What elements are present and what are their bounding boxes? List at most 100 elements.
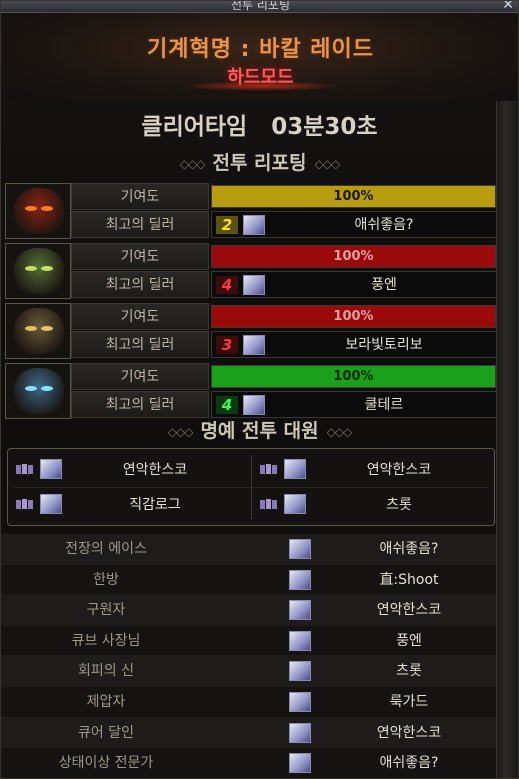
honor-member[interactable]: 직감로그 [8, 489, 248, 521]
window-title: 전투 리포팅 [230, 0, 290, 12]
side-frame [496, 101, 518, 778]
avatar [243, 215, 265, 235]
eye-glow [25, 266, 37, 271]
contribution-row: 기여도 100% [71, 183, 497, 210]
dealer-name: 풍엔 [371, 277, 397, 293]
boss-portrait-icon [5, 183, 71, 239]
mask-shape [14, 188, 64, 234]
honor-row-divider [14, 487, 488, 488]
party-block: 기여도 100% 최고의 딜러 4 풍엔 [3, 243, 497, 299]
contribution-bar: 100% [211, 185, 496, 208]
award-row: 제압자 룩가드 [1, 686, 497, 718]
award-winner-name[interactable]: 애쉬좋음? [321, 748, 497, 778]
eye-glow [41, 206, 53, 211]
avatar [289, 630, 311, 651]
crown-icon [16, 464, 34, 474]
clear-time-label: 클리어타임 [141, 114, 248, 140]
top-dealer-row: 최고의 딜러 4 풍엔 [71, 271, 497, 298]
honor-members-panel: 연악한스코 연악한스코직감로그 츠롯 [7, 448, 495, 526]
raid-header: 기계혁명 : 바칼 레이드 하드모드 [1, 13, 518, 101]
award-row: 회피의 신 츠롯 [1, 656, 497, 687]
top-dealer-box[interactable]: 4 쿨테르 [211, 391, 497, 418]
ornament-left-icon: ◇◇◇ [167, 424, 194, 439]
avatar [40, 459, 62, 479]
top-dealer-label: 최고의 딜러 [71, 391, 209, 418]
contribution-value: 100% [333, 309, 374, 324]
party-block: 기여도 100% 최고의 딜러 3 보라빛토리보 [3, 303, 497, 359]
honor-member-name: 직감로그 [129, 497, 181, 513]
rank-badge: 4 [216, 276, 238, 294]
award-winner-name[interactable]: 풍엔 [321, 626, 497, 656]
award-winner-name[interactable]: 애쉬좋음? [321, 534, 497, 564]
honor-member[interactable]: 츠롯 [252, 489, 492, 521]
boss-portrait-icon [5, 303, 71, 359]
honor-member[interactable]: 연악한스코 [252, 454, 492, 486]
contribution-value: 100% [333, 369, 374, 384]
award-winner-name[interactable]: 츠롯 [321, 656, 497, 686]
award-row: 구원자 연악한스코 [1, 595, 497, 626]
avatar [289, 661, 311, 682]
title-bar[interactable]: 전투 리포팅 ✕ [1, 0, 518, 13]
contribution-label: 기여도 [71, 243, 209, 270]
report-title: 전투 리포팅 [212, 152, 307, 174]
raid-mode: 하드모드 [227, 67, 294, 88]
mask-shape [14, 368, 64, 414]
award-winner-name[interactable]: 룩가드 [321, 687, 497, 717]
avatar [243, 395, 265, 415]
contribution-value: 100% [333, 189, 374, 204]
contribution-bar: 100% [211, 245, 496, 268]
ornament-left-icon: ◇◇◇ [179, 156, 206, 171]
award-title: 회피의 신 [78, 663, 134, 680]
crown-icon [260, 499, 278, 509]
battle-report-window: 전투 리포팅 ✕ 기계혁명 : 바칼 레이드 하드모드 클리어타임 03분30초… [0, 0, 519, 779]
ornament-right-icon: ◇◇◇ [326, 424, 353, 439]
contribution-bar: 100% [211, 305, 496, 328]
contribution-label: 기여도 [71, 363, 209, 390]
dealer-name: 보라빛토리보 [345, 337, 423, 353]
top-dealer-label: 최고의 딜러 [71, 271, 209, 298]
contribution-bar: 100% [211, 365, 496, 388]
ornament-right-icon: ◇◇◇ [314, 156, 341, 171]
eye-glow [41, 326, 53, 331]
avatar [289, 691, 311, 712]
award-title: 한방 [93, 571, 119, 588]
eye-glow [25, 206, 37, 211]
report-section-title: ◇◇◇ 전투 리포팅 ◇◇◇ [1, 150, 518, 176]
contribution-label: 기여도 [71, 303, 209, 330]
mask-shape [14, 248, 64, 294]
award-winner-name[interactable]: 直:Shoot [321, 565, 497, 595]
close-icon[interactable]: ✕ [502, 1, 514, 13]
top-dealer-box[interactable]: 3 보라빛토리보 [211, 331, 497, 358]
boss-portrait-icon [5, 243, 71, 299]
contribution-row: 기여도 100% [71, 363, 497, 390]
avatar [40, 494, 62, 514]
avatar [243, 335, 265, 355]
award-title: 제압자 [86, 693, 126, 710]
clear-time: 클리어타임 03분30초 [1, 107, 518, 147]
eye-glow [41, 386, 53, 391]
award-row: 상태이상 전문가 애쉬좋음? [1, 748, 497, 778]
award-list: 전장의 에이스 애쉬좋음? 한방 直:Shoot 구원자 연악한스코 큐브 사장님 풍엔 회피의… [1, 534, 497, 778]
dealer-name: 쿨테르 [364, 397, 404, 413]
award-winner-name[interactable]: 연악한스코 [321, 595, 497, 625]
clear-time-value: 03분30초 [271, 114, 378, 140]
top-dealer-box[interactable]: 4 풍엔 [211, 271, 497, 298]
party-block: 기여도 100% 최고의 딜러 2 애쉬좋음? [3, 183, 497, 239]
contribution-row: 기여도 100% [71, 303, 497, 330]
avatar [284, 459, 306, 479]
avatar [289, 600, 311, 621]
dealer-name: 애쉬좋음? [354, 217, 414, 233]
award-row: 전장의 에이스 애쉬좋음? [1, 534, 497, 565]
eye-glow [25, 326, 37, 331]
top-dealer-label: 최고의 딜러 [71, 211, 209, 238]
avatar [289, 753, 311, 774]
top-dealer-row: 최고의 딜러 3 보라빛토리보 [71, 331, 497, 358]
award-row: 큐브 사장님 풍엔 [1, 625, 497, 657]
honor-member[interactable]: 연악한스코 [8, 454, 248, 486]
award-winner-name[interactable]: 연악한스코 [321, 718, 497, 748]
rank-badge: 4 [216, 396, 238, 414]
rank-badge: 2 [216, 216, 238, 234]
avatar [243, 275, 265, 295]
top-dealer-box[interactable]: 2 애쉬좋음? [211, 211, 497, 238]
avatar [289, 722, 311, 743]
